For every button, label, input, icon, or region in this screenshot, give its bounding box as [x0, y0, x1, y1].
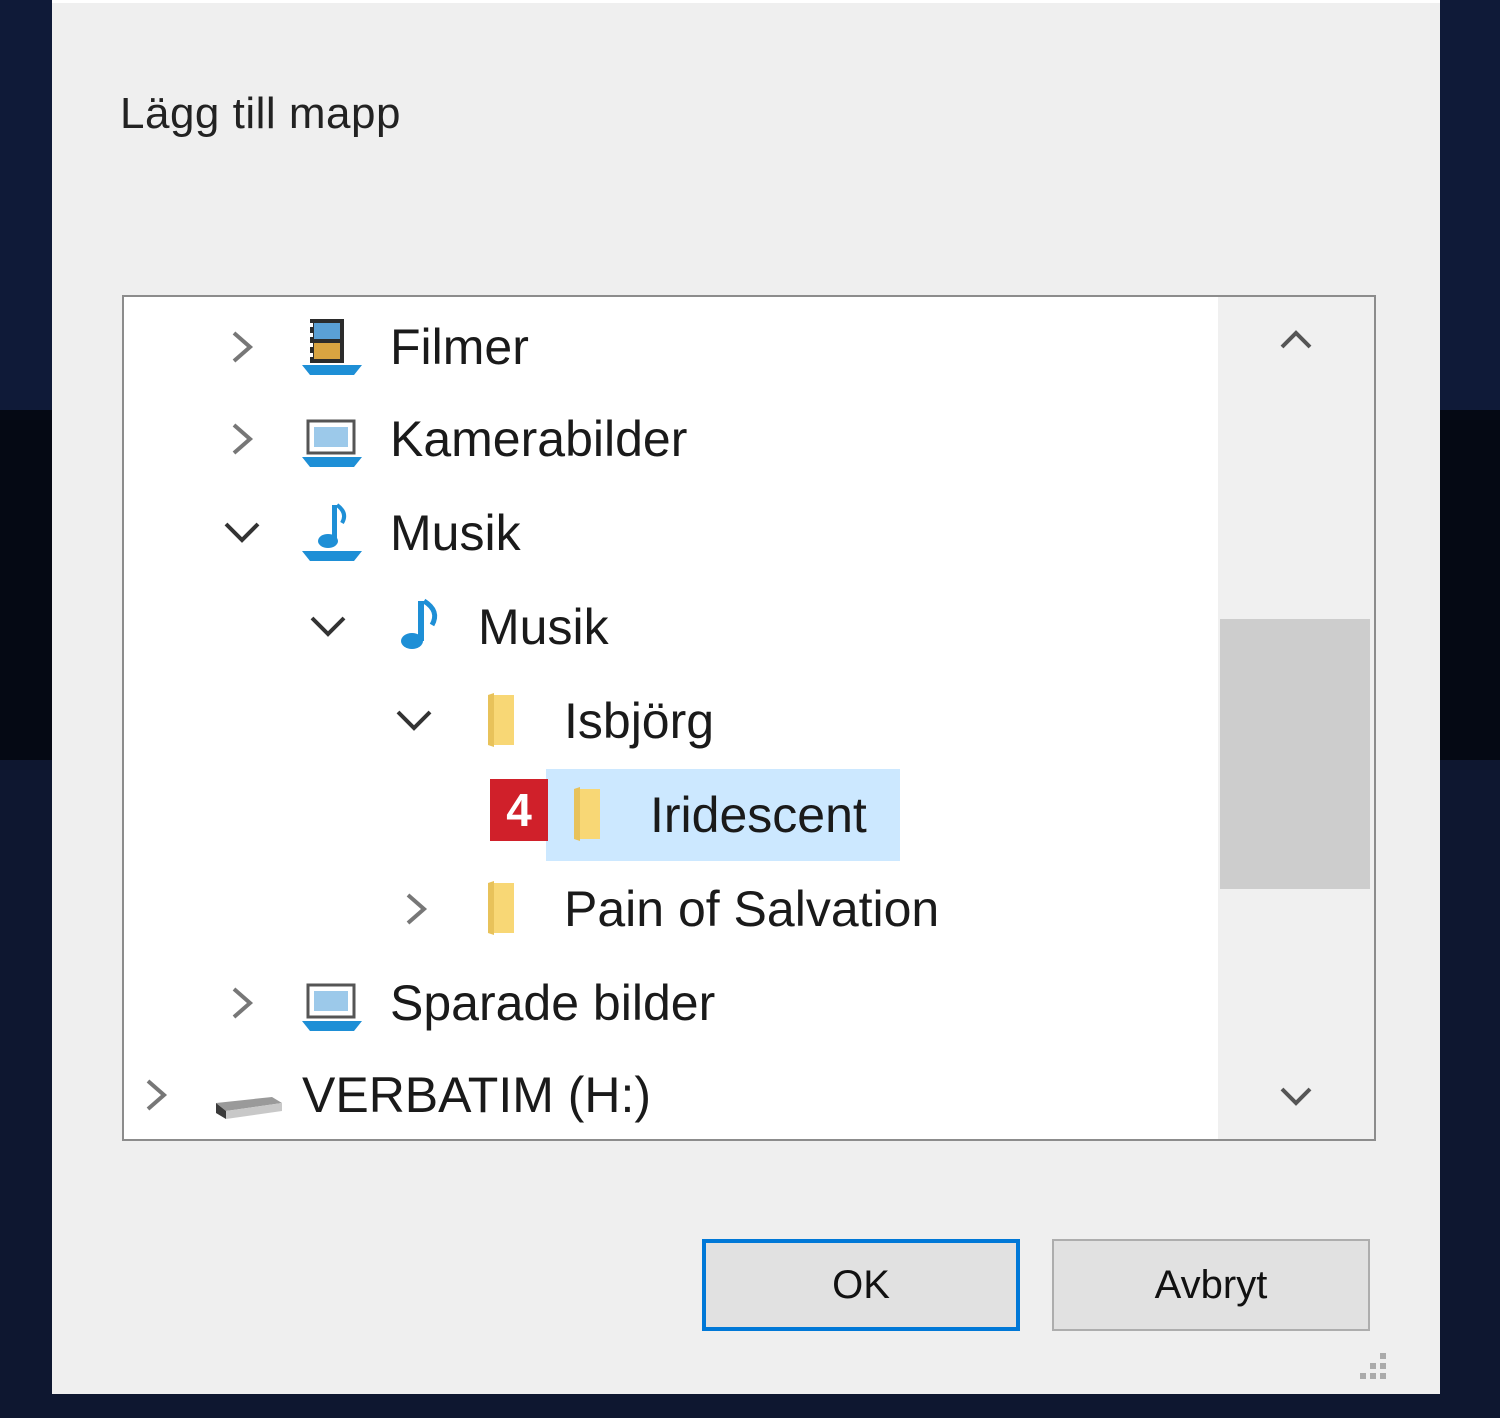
resize-grip-icon[interactable] [1350, 1347, 1390, 1387]
tree-item-musik-folder[interactable]: Musik [124, 581, 1218, 673]
tree-item-label: Kamerabilder [390, 411, 688, 467]
folder-tree: Filmer Kamerabilder Musik Musik Isbjörg … [122, 295, 1376, 1141]
vertical-scrollbar[interactable] [1218, 297, 1374, 1139]
tree-item-label: Sparade bilder [390, 975, 716, 1031]
chevron-right-icon[interactable] [222, 983, 262, 1023]
scroll-up-arrow-icon[interactable] [1274, 317, 1318, 361]
tree-item-isbjorg[interactable]: Isbjörg [124, 675, 1218, 767]
dialog-title: Lägg till mapp [120, 89, 401, 138]
tree-item-kamerabilder[interactable]: Kamerabilder [124, 393, 1218, 485]
folder-icon [474, 877, 538, 941]
chevron-down-icon[interactable] [222, 513, 262, 553]
chevron-right-icon[interactable] [222, 419, 262, 459]
tree-item-iridescent[interactable]: Iridescent [124, 769, 1218, 861]
chevron-right-icon[interactable] [222, 327, 262, 367]
folder-icon [474, 689, 538, 753]
tree-item-label: Musik [390, 505, 521, 561]
tree-item-musik-library[interactable]: Musik [124, 487, 1218, 579]
tree-item-sparade-bilder[interactable]: Sparade bilder [124, 957, 1218, 1049]
chevron-right-icon[interactable] [136, 1075, 176, 1115]
videos-library-icon [300, 315, 364, 379]
scrollbar-thumb[interactable] [1220, 619, 1370, 889]
tree-item-label: Filmer [390, 319, 529, 375]
music-library-icon [300, 501, 364, 565]
folder-icon [560, 783, 624, 847]
tree-item-label: VERBATIM (H:) [302, 1067, 652, 1123]
tree-item-pain-of-salvation[interactable]: Pain of Salvation [124, 863, 1218, 955]
chevron-down-icon[interactable] [394, 701, 434, 741]
cancel-button[interactable]: Avbryt [1052, 1239, 1370, 1331]
scroll-down-arrow-icon[interactable] [1274, 1075, 1318, 1119]
chevron-down-icon[interactable] [308, 607, 348, 647]
tree-item-verbatim-drive[interactable]: VERBATIM (H:) [124, 1049, 1218, 1139]
pictures-library-icon [300, 971, 364, 1035]
ok-button[interactable]: OK [702, 1239, 1020, 1331]
tree-item-label: Iridescent [650, 787, 867, 843]
chevron-right-icon[interactable] [396, 889, 436, 929]
tree-item-filmer[interactable]: Filmer [124, 301, 1218, 393]
music-note-icon [388, 595, 452, 659]
tree-item-label: Musik [478, 599, 609, 655]
tree-item-label: Pain of Salvation [564, 881, 940, 937]
usb-drive-icon [212, 1063, 282, 1127]
pictures-library-icon [300, 407, 364, 471]
tree-item-label: Isbjörg [564, 693, 715, 749]
add-folder-dialog: Lägg till mapp Filmer Kamerabilder Musik… [52, 0, 1440, 1394]
